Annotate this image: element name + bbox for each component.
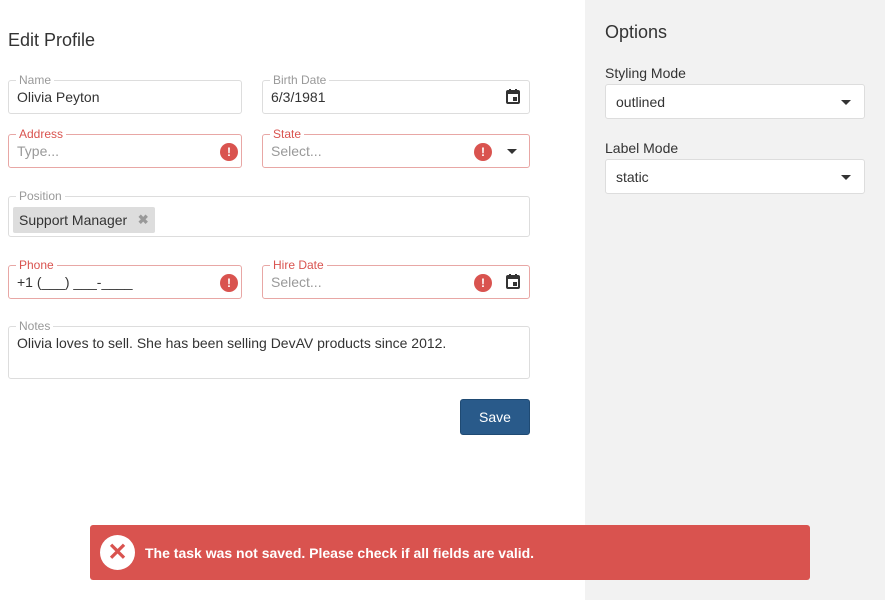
phone-label: Phone — [16, 258, 57, 272]
position-tagbox[interactable]: Position Support Manager ✖ — [8, 189, 530, 237]
name-value: Olivia Peyton — [17, 89, 100, 105]
address-label: Address — [16, 127, 67, 141]
state-label: State — [270, 127, 305, 141]
label-mode-label: Label Mode — [605, 140, 679, 156]
birth-date-label: Birth Date — [270, 73, 330, 87]
notes-value: Olivia loves to sell. She has been selli… — [17, 335, 447, 351]
styling-mode-label: Styling Mode — [605, 65, 686, 81]
error-toast[interactable]: ✕ The task was not saved. Please check i… — [90, 525, 810, 580]
styling-mode-value: outlined — [616, 94, 666, 110]
hire-date-placeholder: Select... — [271, 274, 322, 290]
state-select[interactable]: State Select... ! — [262, 127, 530, 168]
chevron-down-icon[interactable] — [507, 149, 517, 154]
phone-value: +1 (___) ___-____ — [17, 274, 133, 290]
calendar-icon[interactable] — [506, 274, 520, 289]
label-mode-select[interactable]: static — [605, 159, 865, 194]
error-icon: ! — [220, 274, 238, 292]
page-title: Edit Profile — [8, 30, 96, 50]
address-field[interactable]: Address Type... ! — [8, 127, 242, 168]
options-title: Options — [605, 22, 668, 42]
chevron-down-icon — [841, 100, 851, 105]
phone-field[interactable]: Phone +1 (___) ___-____ ! — [8, 258, 242, 299]
position-label: Position — [16, 189, 65, 203]
edit-profile-panel: Edit Profile Name Olivia Peyton Birth Da… — [0, 0, 585, 600]
calendar-icon[interactable] — [506, 89, 520, 104]
address-placeholder: Type... — [17, 143, 60, 159]
birth-date-field[interactable]: Birth Date 6/3/1981 — [262, 73, 530, 114]
name-field[interactable]: Name Olivia Peyton — [8, 73, 242, 114]
birth-date-value: 6/3/1981 — [271, 89, 326, 105]
notes-textarea[interactable]: Notes Olivia loves to sell. She has been… — [8, 319, 530, 379]
error-icon: ! — [474, 274, 492, 292]
notes-label: Notes — [16, 319, 54, 333]
name-label: Name — [16, 73, 55, 87]
error-icon: ! — [220, 143, 238, 161]
save-button[interactable]: Save — [460, 399, 530, 435]
close-icon[interactable]: ✖ — [135, 212, 151, 228]
label-mode-value: static — [616, 169, 649, 185]
toast-message: The task was not saved. Please check if … — [145, 545, 535, 561]
styling-mode-select[interactable]: outlined — [605, 84, 865, 119]
position-tag: Support Manager ✖ — [13, 207, 156, 233]
close-icon: ✕ — [100, 535, 135, 570]
hire-date-label: Hire Date — [270, 258, 327, 272]
chevron-down-icon — [841, 175, 851, 180]
options-panel: Options Styling Mode outlined Label Mode… — [585, 0, 885, 600]
state-placeholder: Select... — [271, 143, 322, 159]
error-icon: ! — [474, 143, 492, 161]
hire-date-field[interactable]: Hire Date Select... ! — [262, 258, 530, 299]
position-tag-label: Support Manager — [19, 212, 128, 228]
